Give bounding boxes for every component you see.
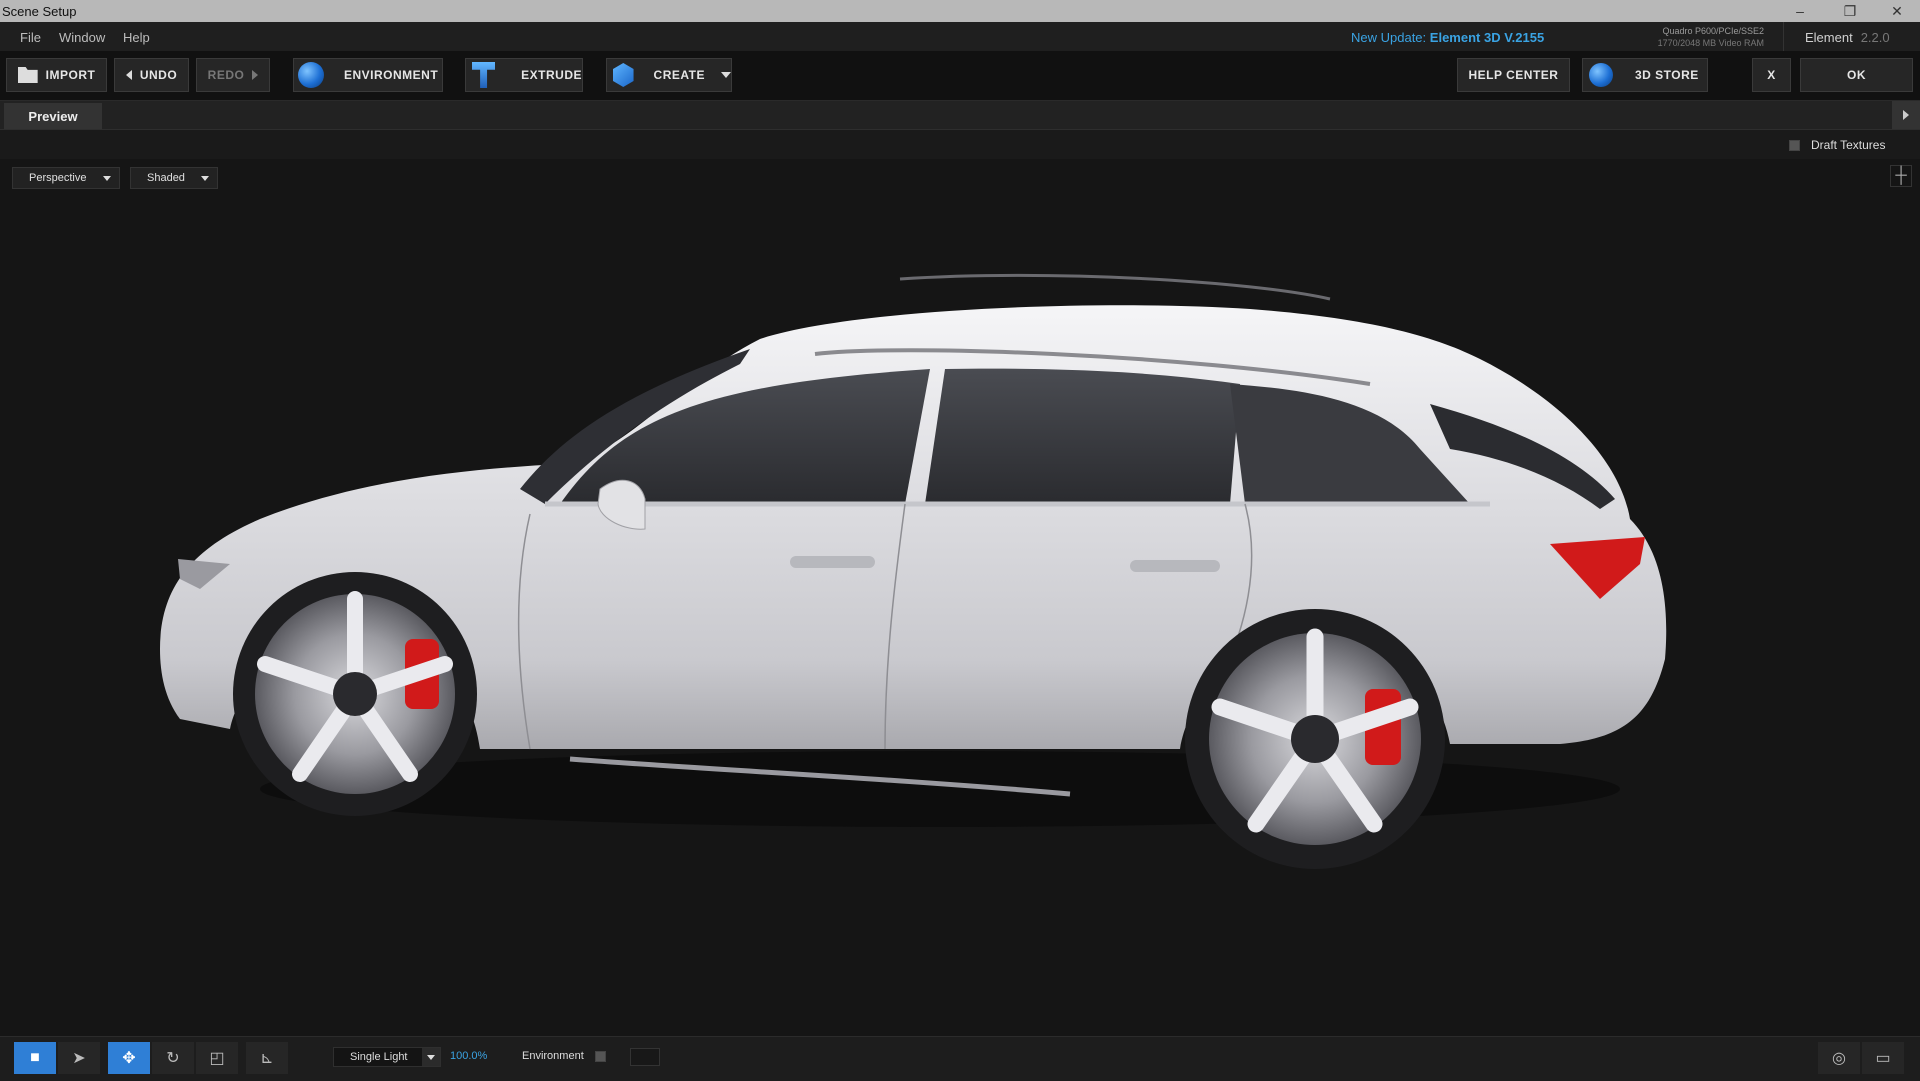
- create-label: CREATE: [653, 68, 705, 82]
- rear-wheel: [1185, 609, 1445, 869]
- redo-label: REDO: [207, 68, 245, 82]
- panel-tab-bar: Preview: [0, 101, 1920, 130]
- ok-button[interactable]: OK: [1800, 58, 1913, 92]
- target-button[interactable]: ◎: [1818, 1042, 1860, 1074]
- 3d-store-button[interactable]: 3D STORE: [1582, 58, 1708, 92]
- update-version[interactable]: Element 3D V.2155: [1430, 30, 1544, 45]
- rotate-icon: ↻: [166, 1050, 180, 1067]
- undo-button[interactable]: UNDO: [114, 58, 189, 92]
- draft-textures-label: Draft Textures: [1811, 138, 1886, 152]
- cancel-label: X: [1767, 68, 1776, 82]
- rotate-tool-button[interactable]: ↻: [152, 1042, 194, 1074]
- import-button[interactable]: IMPORT: [6, 58, 107, 92]
- chevron-down-icon: [721, 72, 731, 78]
- car-model-render[interactable]: [0, 159, 1920, 1035]
- arrow-left-icon: [125, 70, 132, 80]
- front-wheel: [233, 572, 477, 816]
- ok-label: OK: [1847, 68, 1866, 82]
- lighting-dropdown[interactable]: Single Light: [333, 1047, 441, 1067]
- pointer-icon: ➤: [72, 1050, 86, 1067]
- minimize-button[interactable]: –: [1777, 0, 1823, 22]
- target-icon: ◎: [1832, 1050, 1846, 1067]
- move-tool-button[interactable]: ✥: [108, 1042, 150, 1074]
- draft-textures-checkbox[interactable]: [1789, 140, 1800, 151]
- store-globe-icon: [1589, 63, 1613, 87]
- chevron-down-icon: [427, 1054, 435, 1060]
- environment-checkbox[interactable]: [595, 1051, 606, 1062]
- monitor-icon: ▭: [1875, 1050, 1891, 1067]
- close-window-button[interactable]: ✕: [1874, 0, 1920, 22]
- menu-help[interactable]: Help: [123, 30, 150, 45]
- environment-button[interactable]: ENVIRONMENT: [293, 58, 443, 92]
- camera-tool-button[interactable]: ■: [14, 1042, 56, 1074]
- extrude-button[interactable]: EXTRUDE: [465, 58, 583, 92]
- undo-label: UNDO: [139, 68, 178, 82]
- lighting-value: Single Light: [350, 1051, 408, 1063]
- window-title: Scene Setup: [2, 4, 77, 19]
- gpu-info: Quadro P600/PCIe/SSE2 1770/2048 MB Video…: [1634, 25, 1764, 49]
- cube-icon: [613, 63, 634, 87]
- app-version: 2.2.0: [1860, 30, 1890, 45]
- help-center-label: HELP CENTER: [1468, 68, 1559, 82]
- cancel-button[interactable]: X: [1752, 58, 1791, 92]
- help-center-button[interactable]: HELP CENTER: [1457, 58, 1570, 92]
- environment-label: ENVIRONMENT: [344, 68, 439, 82]
- extrude-label: EXTRUDE: [521, 68, 582, 82]
- lighting-dropdown-arrow[interactable]: [422, 1048, 440, 1066]
- 3d-store-label: 3D STORE: [1635, 68, 1699, 82]
- gpu-vram: 1770/2048 MB Video RAM: [1657, 38, 1764, 48]
- app-name: Element: [1805, 30, 1853, 45]
- axis-icon: ⊾: [260, 1050, 274, 1067]
- preview-options-bar: Draft Textures: [0, 130, 1920, 159]
- main-toolbar: IMPORT UNDO REDO ENVIRONMENT EXTRUDE CRE…: [0, 51, 1920, 101]
- menu-window[interactable]: Window: [59, 30, 105, 45]
- import-label: IMPORT: [45, 68, 96, 82]
- scale-tool-button[interactable]: ◰: [196, 1042, 238, 1074]
- scale-icon: ◰: [209, 1050, 225, 1067]
- menu-bar: File Window Help New Update: Element 3D …: [0, 22, 1920, 52]
- menu-separator: [1783, 22, 1784, 51]
- extrude-icon: [472, 62, 496, 88]
- update-notice[interactable]: New Update: Element 3D V.2155: [1351, 30, 1544, 45]
- tab-preview[interactable]: Preview: [4, 103, 102, 129]
- create-button[interactable]: CREATE: [606, 58, 732, 92]
- rear-door-handle: [1130, 560, 1220, 572]
- restore-button[interactable]: ❐: [1827, 0, 1873, 22]
- environment-label: Environment: [522, 1050, 584, 1062]
- menu-file[interactable]: File: [20, 30, 41, 45]
- folder-icon: [17, 67, 38, 83]
- monitor-button[interactable]: ▭: [1862, 1042, 1904, 1074]
- gpu-name: Quadro P600/PCIe/SSE2: [1662, 26, 1764, 36]
- expand-panel-button[interactable]: [1892, 101, 1920, 129]
- redo-button[interactable]: REDO: [196, 58, 270, 92]
- bottom-toolbar: ■ ➤ ✥ ↻ ◰ ⊾ Single Light 100.0% Environm…: [0, 1036, 1920, 1081]
- front-door-handle: [790, 556, 875, 568]
- arrow-right-icon: [252, 70, 259, 80]
- roof-rail-top: [899, 273, 1331, 301]
- axis-tool-button[interactable]: ⊾: [246, 1042, 288, 1074]
- select-tool-button[interactable]: ➤: [58, 1042, 100, 1074]
- rear-door-window: [925, 368, 1240, 504]
- light-intensity-value[interactable]: 100.0%: [450, 1050, 487, 1062]
- globe-icon: [298, 62, 324, 88]
- chevron-right-icon: [1903, 110, 1909, 120]
- update-prefix: New Update:: [1351, 30, 1427, 45]
- title-bar: Scene Setup – ❐ ✕: [0, 0, 1920, 22]
- camera-icon: ■: [30, 1049, 40, 1066]
- move-icon: ✥: [122, 1050, 136, 1067]
- environment-color-swatch[interactable]: [630, 1048, 660, 1066]
- app-brand: Element 2.2.0: [1805, 30, 1890, 45]
- preview-viewport[interactable]: Perspective Shaded ┼: [0, 159, 1920, 1035]
